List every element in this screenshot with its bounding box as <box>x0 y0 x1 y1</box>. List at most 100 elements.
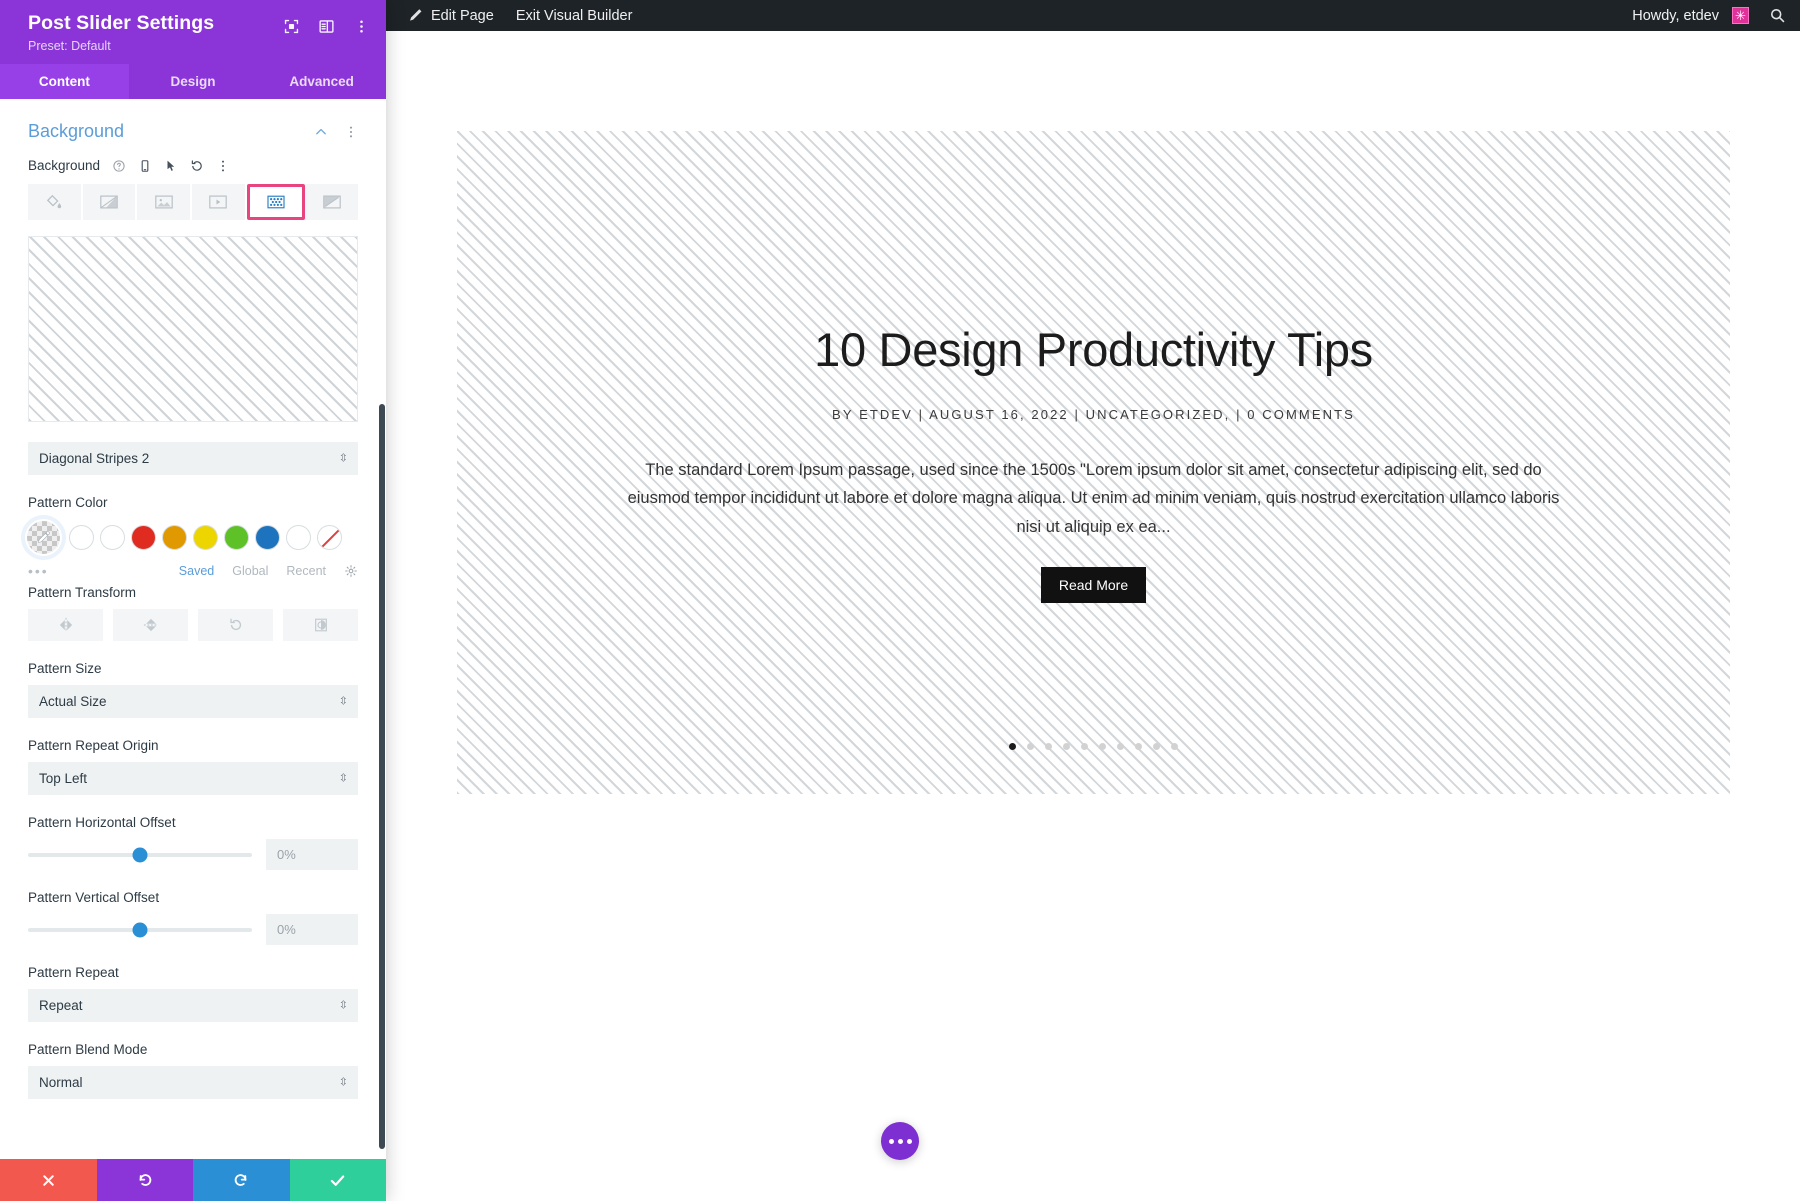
pattern-horizontal-offset-group: Pattern Horizontal Offset <box>0 815 386 870</box>
video-background-tab[interactable] <box>192 184 247 220</box>
cancel-button[interactable] <box>0 1159 97 1201</box>
pattern-repeat-select[interactable]: RepeatRepeat XRepeat YNo RepeatSpaceRoun… <box>28 989 358 1022</box>
pattern-repeat-label: Pattern Repeat <box>28 965 358 980</box>
pattern-preview[interactable] <box>28 236 358 422</box>
ellipsis-icon-dot-2 <box>898 1139 903 1144</box>
pattern-blend-mode-group: Pattern Blend Mode NormalMultiplyScreenO… <box>0 1042 386 1099</box>
field-kebab-menu-icon[interactable] <box>216 159 230 173</box>
admin-bar-exit-vb-label: Exit Visual Builder <box>516 8 633 24</box>
section-kebab-menu-icon[interactable] <box>344 125 358 139</box>
swatch-white-1[interactable] <box>69 525 94 550</box>
slider-dot-7[interactable] <box>1117 743 1124 750</box>
background-field-label: Background <box>28 158 100 173</box>
pattern-blend-mode-label: Pattern Blend Mode <box>28 1042 358 1057</box>
image-background-tab[interactable] <box>137 184 192 220</box>
read-more-button[interactable]: Read More <box>1041 567 1146 603</box>
slider-dot-3[interactable] <box>1045 743 1052 750</box>
color-tab-saved[interactable]: Saved <box>179 564 214 578</box>
color-tab-global[interactable]: Global <box>232 564 268 578</box>
hover-icon[interactable] <box>164 159 178 173</box>
gradient-background-tab[interactable] <box>83 184 138 220</box>
tab-design[interactable]: Design <box>129 64 258 99</box>
horizontal-offset-slider-thumb[interactable] <box>133 847 148 862</box>
pattern-size-group: Pattern Size Actual SizeFitFillStretchCu… <box>0 661 386 718</box>
vertical-offset-slider-thumb[interactable] <box>133 922 148 937</box>
slide-meta: BY ETDEV | AUGUST 16, 2022 | UNCATEGORIZ… <box>832 407 1355 422</box>
pattern-style-select[interactable]: Diagonal Stripes 1Diagonal Stripes 2Diag… <box>28 442 358 475</box>
settings-modal-tabs: Content Design Advanced <box>0 64 386 99</box>
horizontal-offset-value-input[interactable] <box>266 839 358 870</box>
reset-icon[interactable] <box>190 159 204 173</box>
post-slider-module[interactable]: 10 Design Productivity Tips BY ETDEV | A… <box>457 131 1730 794</box>
gear-icon[interactable] <box>344 564 358 578</box>
pattern-color-group: Pattern Color ••• Saved Global Recent <box>0 495 386 579</box>
pattern-transform-label: Pattern Transform <box>0 585 386 600</box>
flip-vertical-icon[interactable] <box>113 609 188 641</box>
pattern-background-tab[interactable] <box>247 184 306 220</box>
admin-bar-search[interactable] <box>1760 0 1800 31</box>
background-type-tabs <box>28 184 358 220</box>
slider-pagination[interactable] <box>457 743 1730 750</box>
background-field-label-row: Background <box>0 158 386 173</box>
swatch-white-3[interactable] <box>286 525 311 550</box>
panel-layout-icon[interactable] <box>318 18 335 35</box>
swatch-red[interactable] <box>131 525 156 550</box>
tab-content[interactable]: Content <box>0 64 129 99</box>
settings-panel-scrollbar[interactable] <box>379 404 385 1149</box>
pattern-repeat-origin-select[interactable]: Top LeftTop CenterTop RightCenter LeftCe… <box>28 762 358 795</box>
undo-button[interactable] <box>97 1159 194 1201</box>
slider-dot-1[interactable] <box>1009 743 1016 750</box>
slider-dot-8[interactable] <box>1135 743 1142 750</box>
slider-dot-9[interactable] <box>1153 743 1160 750</box>
swatch-yellow[interactable] <box>193 525 218 550</box>
pattern-vertical-offset-label: Pattern Vertical Offset <box>0 890 386 905</box>
swatch-blue[interactable] <box>255 525 280 550</box>
howdy-label: Howdy, etdev <box>1632 8 1719 24</box>
responsive-icon[interactable] <box>138 159 152 173</box>
vertical-offset-slider-track[interactable] <box>28 928 252 932</box>
color-tab-recent[interactable]: Recent <box>286 564 326 578</box>
slide-title: 10 Design Productivity Tips <box>814 322 1373 377</box>
color-background-tab[interactable] <box>28 184 83 220</box>
swatch-green[interactable] <box>224 525 249 550</box>
redo-button[interactable] <box>193 1159 290 1201</box>
invert-icon[interactable] <box>283 609 358 641</box>
swatch-orange[interactable] <box>162 525 187 550</box>
admin-bar-exit-visual-builder[interactable]: Exit Visual Builder <box>505 0 644 31</box>
kebab-menu-icon[interactable] <box>353 18 370 35</box>
horizontal-offset-slider-track[interactable] <box>28 853 252 857</box>
swatch-none[interactable] <box>317 525 342 550</box>
pattern-repeat-origin-label: Pattern Repeat Origin <box>28 738 358 753</box>
admin-bar-edit-page[interactable]: Edit Page <box>396 0 505 31</box>
pattern-repeat-origin-group: Pattern Repeat Origin Top LeftTop Center… <box>0 738 386 795</box>
more-colors-button[interactable]: ••• <box>28 563 49 579</box>
pattern-blend-mode-select[interactable]: NormalMultiplyScreenOverlayDarkenLighten <box>28 1066 358 1099</box>
slider-dot-6[interactable] <box>1099 743 1106 750</box>
settings-modal-title: Post Slider Settings <box>28 12 283 35</box>
preset-selector[interactable]: Preset: Default <box>28 39 283 53</box>
settings-modal-header: Post Slider Settings Preset: Default <box>0 0 386 64</box>
pattern-size-select[interactable]: Actual SizeFitFillStretchCustom Size <box>28 685 358 718</box>
rotate-icon[interactable] <box>198 609 273 641</box>
pattern-color-label: Pattern Color <box>0 495 386 510</box>
divi-menu-button[interactable] <box>881 1122 919 1160</box>
pencil-icon <box>407 7 425 25</box>
admin-bar-my-account[interactable]: Howdy, etdev ✳ <box>1621 0 1760 31</box>
vertical-offset-value-input[interactable] <box>266 914 358 945</box>
focus-icon[interactable] <box>283 18 300 35</box>
mask-background-tab[interactable] <box>305 184 358 220</box>
slider-dot-2[interactable] <box>1027 743 1034 750</box>
search-icon <box>1768 7 1786 25</box>
tab-advanced[interactable]: Advanced <box>257 64 386 99</box>
background-section-header[interactable]: Background <box>0 99 386 158</box>
chevron-up-icon[interactable] <box>314 125 328 139</box>
help-icon[interactable] <box>112 159 126 173</box>
slider-dot-5[interactable] <box>1081 743 1088 750</box>
save-button[interactable] <box>290 1159 387 1201</box>
slider-dot-4[interactable] <box>1063 743 1070 750</box>
post-slider-settings-modal: Post Slider Settings Preset: Default <box>0 0 386 1201</box>
slider-dot-10[interactable] <box>1171 743 1178 750</box>
transparent-eyedropper[interactable] <box>25 519 62 556</box>
swatch-white-2[interactable] <box>100 525 125 550</box>
flip-horizontal-icon[interactable] <box>28 609 103 641</box>
